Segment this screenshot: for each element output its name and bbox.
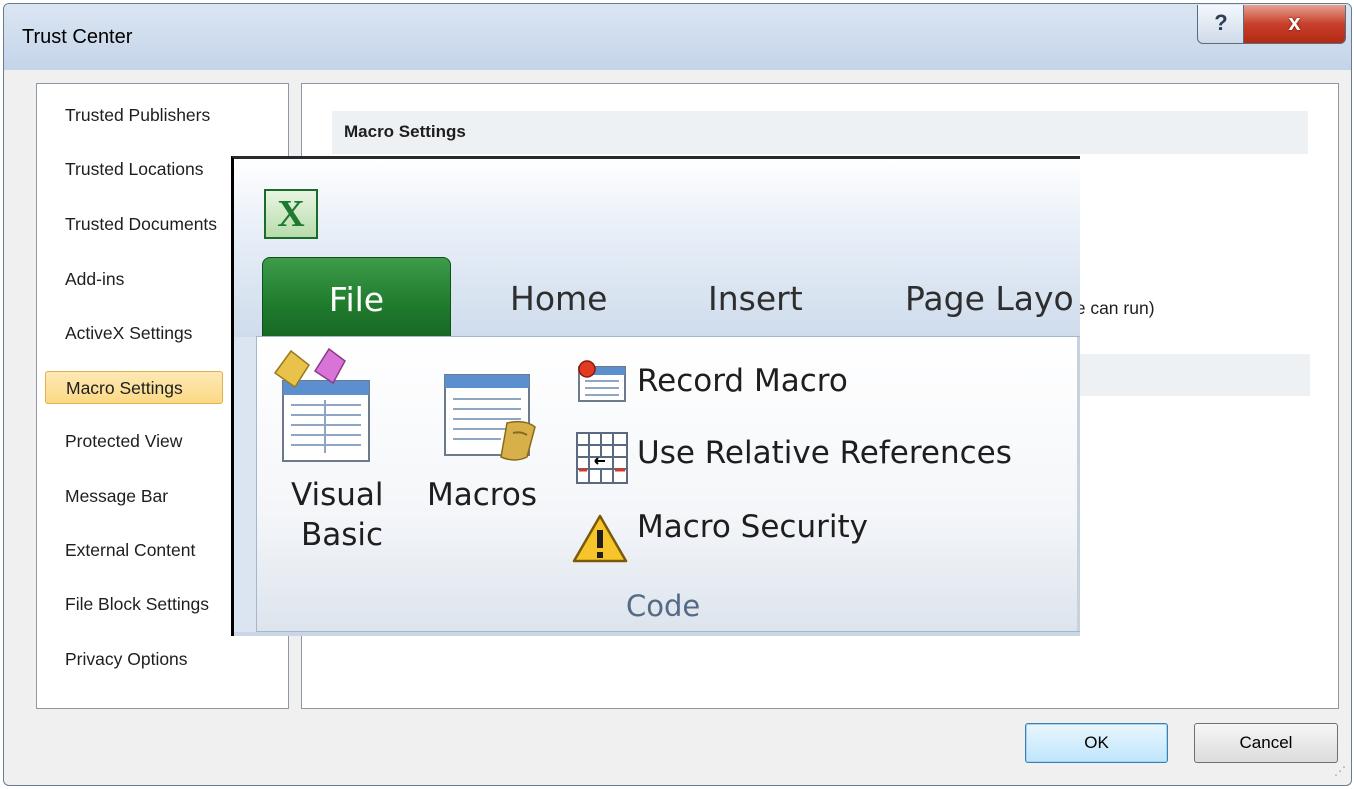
nav-item-message-bar[interactable]: Message Bar xyxy=(45,480,223,513)
nav-item-trusted-documents[interactable]: Trusted Documents xyxy=(45,208,223,241)
ok-button[interactable]: OK xyxy=(1025,723,1168,763)
record-macro-icon xyxy=(578,360,626,402)
use-relative-references-label: Use Relative References xyxy=(637,435,1012,471)
cancel-button[interactable]: Cancel xyxy=(1194,723,1338,763)
nav-item-macro-settings[interactable]: Macro Settings xyxy=(45,371,223,404)
ribbon-bottom-edge xyxy=(234,632,1080,636)
code-group: Visual Basic Macros Record Macro Use Rel… xyxy=(256,336,1080,632)
dialog-title: Trust Center xyxy=(22,26,133,48)
visual-basic-label-1: Visual xyxy=(291,477,384,513)
excel-app-icon: X xyxy=(264,189,318,239)
record-macro-label: Record Macro xyxy=(637,363,848,399)
section-header: Macro Settings xyxy=(332,111,1308,154)
section-title: Macro Settings xyxy=(344,122,466,141)
nav-item-external-content[interactable]: External Content xyxy=(45,534,223,567)
relative-references-icon xyxy=(576,432,628,484)
tab-page-layout[interactable]: Page Layo xyxy=(905,279,1074,318)
title-bar: Trust Center ? x xyxy=(4,4,1351,70)
close-icon: x xyxy=(1288,10,1301,35)
nav-item-protected-view[interactable]: Protected View xyxy=(45,425,223,458)
visual-basic-label-2: Basic xyxy=(301,517,384,553)
section-header-2 xyxy=(1072,354,1310,396)
nav-item-activex-settings[interactable]: ActiveX Settings xyxy=(45,317,223,350)
resize-grip-icon[interactable]: ⋰ xyxy=(1334,764,1346,778)
code-group-label: Code xyxy=(626,589,701,623)
nav-item-file-block-settings[interactable]: File Block Settings xyxy=(45,588,223,621)
warning-icon xyxy=(572,514,628,563)
macro-security-label: Macro Security xyxy=(637,509,868,545)
help-button[interactable]: ? xyxy=(1197,5,1245,44)
nav-item-add-ins[interactable]: Add-ins xyxy=(45,263,223,296)
nav-item-trusted-publishers[interactable]: Trusted Publishers xyxy=(45,99,223,132)
excel-ribbon-overlay: X File Home Insert Page Layo Visual Basi… xyxy=(231,156,1080,636)
nav-item-trusted-locations[interactable]: Trusted Locations xyxy=(45,153,223,186)
tab-home[interactable]: Home xyxy=(510,279,607,318)
macros-icon xyxy=(444,374,536,461)
group-separator xyxy=(1077,337,1080,631)
tab-insert[interactable]: Insert xyxy=(708,279,803,318)
close-button[interactable]: x xyxy=(1243,5,1346,44)
help-icon: ? xyxy=(1214,10,1228,35)
macros-label: Macros xyxy=(427,477,537,513)
nav-item-privacy-options[interactable]: Privacy Options xyxy=(45,643,223,676)
visual-basic-icon xyxy=(273,347,370,462)
tab-file[interactable]: File xyxy=(262,257,451,341)
